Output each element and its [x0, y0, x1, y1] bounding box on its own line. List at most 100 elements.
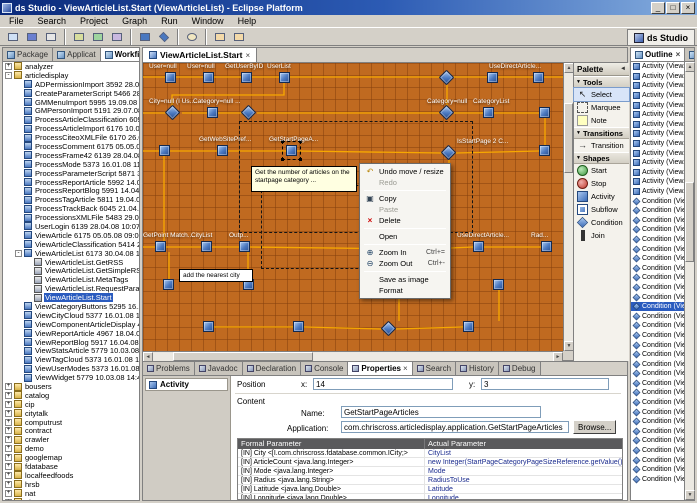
- x-input[interactable]: [313, 378, 453, 390]
- outline-item[interactable]: Condition (ViewArticleList.Start_Act152): [631, 446, 684, 456]
- palette-item-transition[interactable]: Transition: [574, 139, 629, 152]
- outline-item[interactable]: Condition (ViewArticleList.Start_Act41): [631, 206, 684, 216]
- activity-node[interactable]: [201, 241, 212, 252]
- tree-expander[interactable]: +: [5, 490, 12, 497]
- selection-handle[interactable]: [281, 158, 284, 161]
- tab-task-list[interactable]: Task List: [685, 48, 694, 61]
- outline-item[interactable]: Activity (ViewArticleList.Start_Act97): [631, 158, 684, 168]
- outline-item[interactable]: Condition (ViewArticleList.Start_Act144): [631, 427, 684, 437]
- tree-item[interactable]: -ViewArticleList 6173 30.04.08 15:43 nbo: [3, 249, 139, 258]
- tree-item[interactable]: ProcessReportBlog 5991 14.04.08 11...: [3, 186, 139, 195]
- outline-item[interactable]: Activity (ViewArticleList.Start_Act90): [631, 187, 684, 197]
- external-tools-button[interactable]: [108, 29, 126, 45]
- outline-item[interactable]: Activity (ViewArticleList.Start_Act297): [631, 168, 684, 178]
- tree-item[interactable]: ViewArticleList.GetSimpleRSS: [3, 266, 139, 275]
- tree-item[interactable]: ViewArticleClassification 5414 26.01...: [3, 240, 139, 249]
- palette-item-join[interactable]: Join: [574, 229, 629, 242]
- tree-item[interactable]: ViewTagCloud 5373 16.01.08 11:0...: [3, 355, 139, 364]
- tree-item[interactable]: ViewCategoryButtons 5295 16.11.07 1...: [3, 302, 139, 311]
- activity-node[interactable]: [539, 107, 550, 118]
- tree-item[interactable]: GMMenuImport 5995 19.09.08 11:3...: [3, 98, 139, 107]
- canvas-horizontal-scrollbar[interactable]: [143, 351, 563, 361]
- outline-item[interactable]: Activity (ViewArticleList.Start_Act55): [631, 62, 684, 72]
- outline-item[interactable]: Condition (ViewArticleList.Start_Act65): [631, 216, 684, 226]
- activity-node[interactable]: [239, 241, 250, 252]
- tree-item[interactable]: +localfeedfoods: [3, 471, 139, 480]
- canvas-vertical-scrollbar[interactable]: [563, 63, 573, 351]
- tree-item[interactable]: ProcessFrame42 6139 28.04.08 10:07...: [3, 151, 139, 160]
- close-button[interactable]: ×: [681, 2, 695, 14]
- tree-item[interactable]: ViewReportArticle 4967 18.04.07 18...: [3, 329, 139, 338]
- outline-item[interactable]: Activity (ViewArticleList.Start_Act22): [631, 139, 684, 149]
- tree-expander[interactable]: +: [5, 392, 12, 399]
- tree-expander[interactable]: -: [15, 250, 22, 257]
- outline-item[interactable]: Condition (ViewArticleList.Start_Act47): [631, 196, 684, 206]
- tree-item[interactable]: +fdatabase: [3, 462, 139, 471]
- diagram-canvas[interactable]: ↶Undo move / resizeRedo▣CopyPaste×Delete…: [143, 63, 563, 351]
- outline-item[interactable]: Condition (ViewArticleList.Start_Act110): [631, 311, 684, 321]
- outline-item[interactable]: Condition (ViewArticleList.Start_Act164): [631, 475, 684, 485]
- outline-item[interactable]: Condition (ViewArticleList.Start_Act104): [631, 331, 684, 341]
- tab-properties[interactable]: Properties×: [348, 362, 412, 375]
- tree-item[interactable]: +googlemap: [3, 453, 139, 462]
- tree-item[interactable]: ViewArticleList.Start: [3, 293, 139, 302]
- context-menu-item-delete[interactable]: ×Delete: [361, 215, 449, 226]
- palette-item-condition[interactable]: Condition: [574, 216, 629, 229]
- tab-problems[interactable]: Problems: [143, 362, 195, 375]
- activity-node[interactable]: [493, 279, 504, 290]
- palette-item-marquee[interactable]: Marquee: [574, 101, 629, 114]
- tree-item[interactable]: ProcessReportArticle 5992 14.04.08 15...: [3, 178, 139, 187]
- maximize-button[interactable]: □: [666, 2, 680, 14]
- activity-node[interactable]: [217, 145, 228, 156]
- tree-item[interactable]: ProcessArticleImport 6176 10.04.09 1...: [3, 124, 139, 133]
- menu-help[interactable]: Help: [231, 15, 264, 27]
- context-menu-item-zoom-in[interactable]: ⊕Zoom InCtrl+=: [361, 247, 449, 258]
- outline-item[interactable]: Condition (ViewArticleList.Start_Act69): [631, 273, 684, 283]
- palette-item-select[interactable]: Select: [574, 88, 629, 101]
- activity-node[interactable]: [539, 145, 550, 156]
- tree-expander[interactable]: +: [5, 499, 12, 500]
- tree-item[interactable]: ProcessMode 5373 16.01.08 11:09 nbo: [3, 160, 139, 169]
- new-activity-button[interactable]: [136, 29, 154, 45]
- palette-collapse-icon[interactable]: ◄: [620, 66, 626, 72]
- tree-item[interactable]: ViewArticle 6175 05.05.08 09:06 nbo: [3, 231, 139, 240]
- tree-item[interactable]: +analyzer: [3, 62, 139, 71]
- palette-header[interactable]: Palette ◄: [574, 63, 629, 76]
- palette-section-shapes[interactable]: ▼Shapes: [574, 152, 629, 164]
- outline-scrollbar-thumb[interactable]: [685, 182, 694, 262]
- context-menu-item-zoom-out[interactable]: ⊖Zoom OutCtrl+-: [361, 258, 449, 269]
- tree-item[interactable]: ViewStatsArticle 5779 10.03.08 14:4...: [3, 347, 139, 356]
- back-button[interactable]: [211, 29, 229, 45]
- tree-expander[interactable]: +: [5, 481, 12, 488]
- outline-item[interactable]: Condition (ViewArticleList.Start_Act79): [631, 263, 684, 273]
- tree-expander[interactable]: +: [5, 454, 12, 461]
- activity-node[interactable]: [279, 72, 290, 83]
- activity-node[interactable]: [293, 321, 304, 332]
- activity-node[interactable]: [165, 72, 176, 83]
- activity-node[interactable]: [541, 241, 552, 252]
- new-condition-button[interactable]: [155, 29, 173, 45]
- tab-debug[interactable]: Debug: [499, 362, 541, 375]
- context-menu-item-format[interactable]: Format: [361, 285, 449, 296]
- vertical-scrollbar-thumb[interactable]: [564, 103, 573, 173]
- param-table-row[interactable]: [IN] City <[I.com.chriscross.fdatabase.c…: [238, 449, 622, 458]
- tree-item[interactable]: UserLogin 6139 28.04.08 10:07 nbo: [3, 222, 139, 231]
- outline-item[interactable]: Condition (ViewArticleList.Start_Act9): [631, 302, 684, 312]
- tree-expander[interactable]: +: [5, 410, 12, 417]
- tree-item[interactable]: ProcessionsXMLFile 5483 29.01.08 17...: [3, 213, 139, 222]
- activity-node[interactable]: [487, 72, 498, 83]
- outline-item[interactable]: Condition (ViewArticleList.Start_Act132): [631, 398, 684, 408]
- tab-console[interactable]: Console: [301, 362, 348, 375]
- tree-item[interactable]: +bousers: [3, 382, 139, 391]
- tree-item[interactable]: ProcessCiteoXMLFile 6170 26.03.09 1...: [3, 133, 139, 142]
- menu-search[interactable]: Search: [31, 15, 74, 27]
- outline-item[interactable]: Activity (ViewArticleList.Start_Act49): [631, 110, 684, 120]
- outline-scrollbar[interactable]: [684, 62, 694, 500]
- outline-item[interactable]: Condition (ViewArticleList.Start_Act112): [631, 350, 684, 360]
- horizontal-scrollbar-thumb[interactable]: [173, 352, 313, 361]
- tree-item[interactable]: ProcessComment 6175 05.05.08 09:06 nbo: [3, 142, 139, 151]
- print-button[interactable]: [42, 29, 60, 45]
- param-table-row[interactable]: [IN] Longitude <java.lang.Double>Longitu…: [238, 494, 622, 500]
- palette-section-tools[interactable]: ▼Tools: [574, 76, 629, 88]
- activity-selector-item[interactable]: Activity: [145, 378, 228, 391]
